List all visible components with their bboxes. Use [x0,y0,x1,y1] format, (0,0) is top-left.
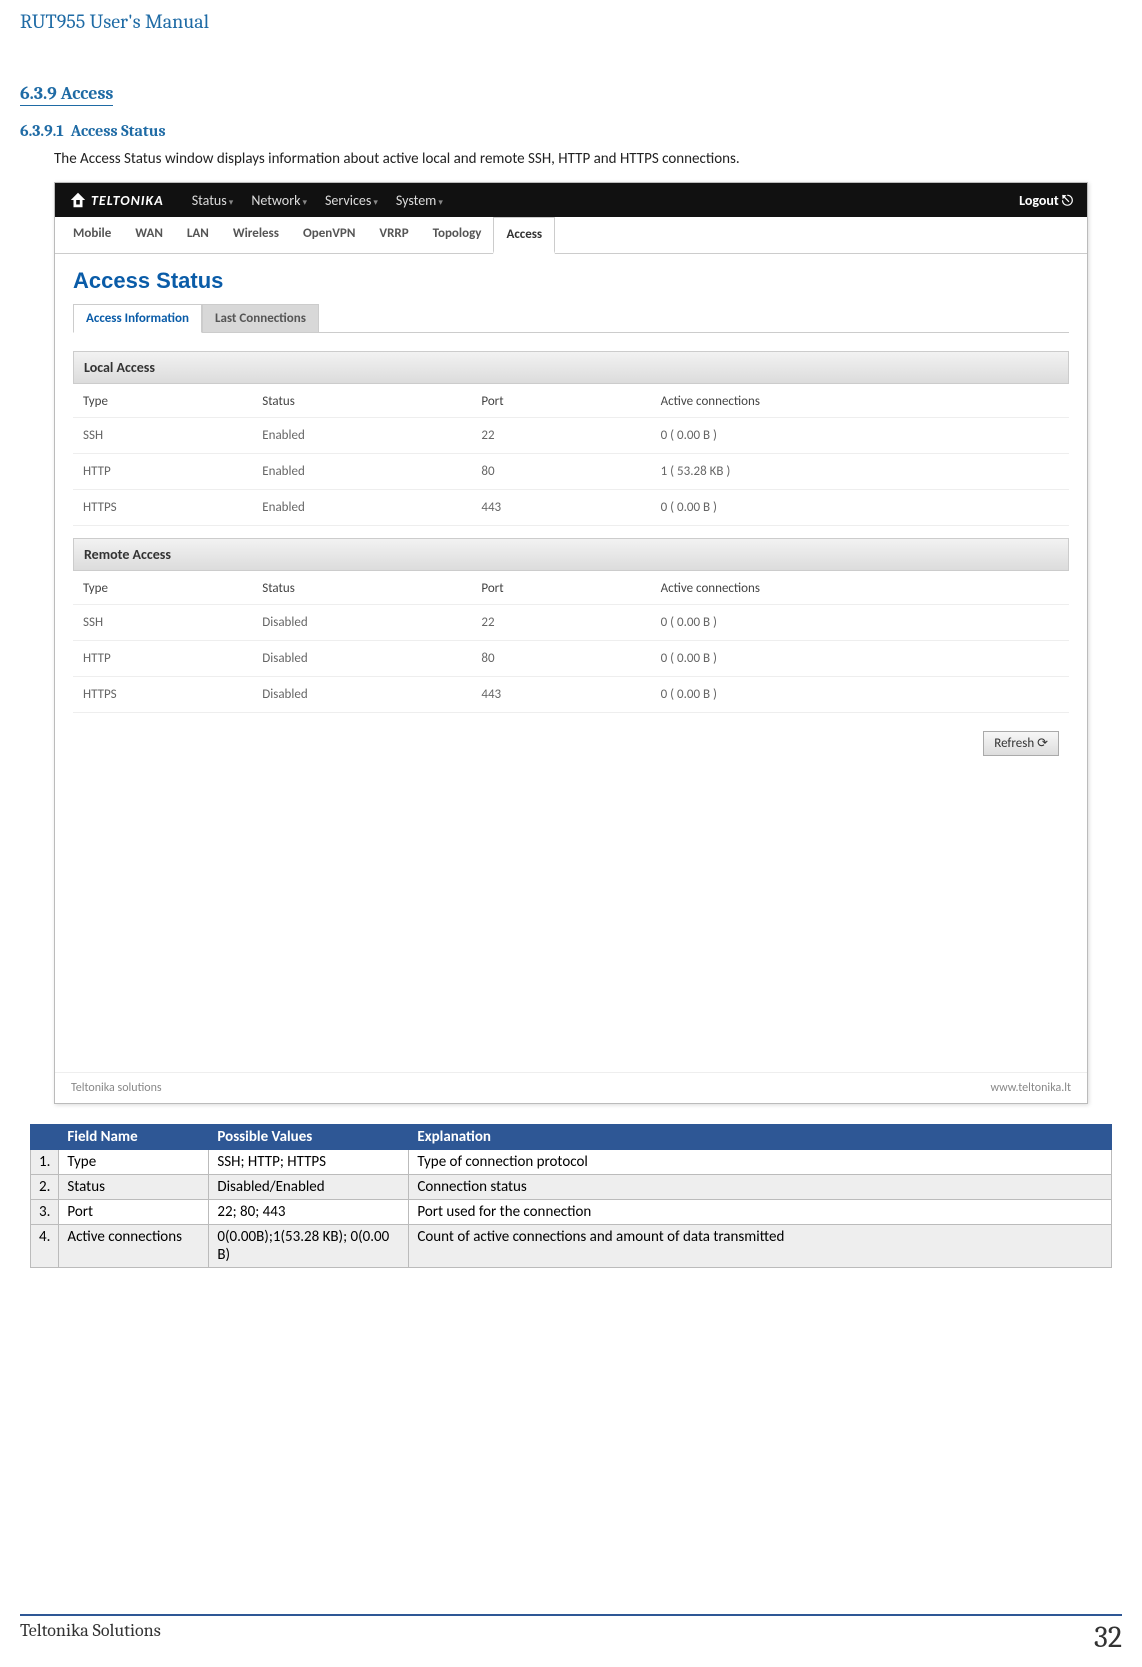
doc-footer: Teltonika Solutions 32 [20,1614,1122,1655]
content-area: Access Status Access Information Last Co… [55,254,1087,1072]
tab-vrrp[interactable]: VRRP [367,217,420,253]
screenshot-footer: Teltonika solutions www.teltonika.lt [55,1072,1087,1103]
subtab-last-conns[interactable]: Last Connections [202,304,319,332]
subsection-heading: 6.3.9.1 Access Status [20,122,1122,140]
menu-status[interactable]: Status [192,192,234,209]
menu-services[interactable]: Services [325,192,378,209]
logout-button[interactable]: Logout [1019,192,1073,209]
brand-logo: TELTONIKA [69,191,164,209]
section-number: 6.3.9 [20,83,57,104]
main-menu: Status Network Services System [192,192,443,209]
tab-wan[interactable]: WAN [123,217,175,253]
table-row: 4.Active connections0(0.00B);1(53.28 KB)… [31,1225,1112,1268]
table-row: 3.Port22; 80; 443Port used for the conne… [31,1200,1112,1225]
footer-left: Teltonika solutions [71,1081,162,1095]
col-type: Type [73,571,252,605]
tab-mobile[interactable]: Mobile [61,217,123,253]
page-title: Access Status [73,268,1069,294]
subsection-title: Access Status [71,122,166,140]
table-row: 1.TypeSSH; HTTP; HTTPSType of connection… [31,1150,1112,1175]
remote-access-table: Type Status Port Active connections SSHD… [73,571,1069,713]
subsection-number: 6.3.9.1 [20,122,64,140]
tab-lan[interactable]: LAN [175,217,221,253]
menu-system[interactable]: System [396,192,443,209]
section-heading: 6.3.9 Access [20,83,1122,118]
refresh-row: Refresh [73,713,1069,764]
field-explanation-table: Field Name Possible Values Explanation 1… [30,1124,1112,1268]
table-row: HTTPSDisabled4430 ( 0.00 B ) [73,677,1069,713]
col-blank [31,1125,59,1150]
subtab-access-info[interactable]: Access Information [73,304,202,333]
doc-header: RUT955 User's Manual [20,10,1122,33]
table-row: SSHEnabled220 ( 0.00 B ) [73,418,1069,454]
col-port: Port [471,384,650,418]
menu-network[interactable]: Network [251,192,307,209]
col-status: Status [252,571,471,605]
footer-right: www.teltonika.lt [990,1081,1071,1095]
page-number: 32 [1094,1620,1122,1655]
col-explanation: Explanation [409,1125,1112,1150]
teltonika-icon [69,191,87,209]
table-row: HTTPSEnabled4430 ( 0.00 B ) [73,490,1069,526]
tab-openvpn[interactable]: OpenVPN [291,217,367,253]
remote-access-header: Remote Access [73,538,1069,571]
table-row: SSHDisabled220 ( 0.00 B ) [73,605,1069,641]
tab-wireless[interactable]: Wireless [221,217,291,253]
table-row: 2.StatusDisabled/EnabledConnection statu… [31,1175,1112,1200]
col-field-name: Field Name [59,1125,209,1150]
col-type: Type [73,384,252,418]
tab-topology[interactable]: Topology [421,217,494,253]
col-conns: Active connections [651,384,1069,418]
screenshot-panel: TELTONIKA Status Network Services System… [54,182,1088,1104]
spacer [73,764,1069,1064]
sub-tabs: Access Information Last Connections [73,304,1069,333]
col-status: Status [252,384,471,418]
tab-access[interactable]: Access [493,217,555,254]
col-possible-values: Possible Values [209,1125,409,1150]
footer-brand: Teltonika Solutions [20,1620,161,1655]
refresh-button[interactable]: Refresh [983,731,1059,756]
table-row: HTTPDisabled800 ( 0.00 B ) [73,641,1069,677]
navbar: TELTONIKA Status Network Services System… [55,183,1087,217]
col-conns: Active connections [651,571,1069,605]
intro-text: The Access Status window displays inform… [54,150,1122,168]
local-access-table: Type Status Port Active connections SSHE… [73,384,1069,526]
col-port: Port [471,571,650,605]
section-title: Access [61,83,114,104]
local-access-header: Local Access [73,351,1069,384]
sub-nav: Mobile WAN LAN Wireless OpenVPN VRRP Top… [55,217,1087,254]
brand-text: TELTONIKA [91,192,164,209]
table-row: HTTPEnabled801 ( 53.28 KB ) [73,454,1069,490]
